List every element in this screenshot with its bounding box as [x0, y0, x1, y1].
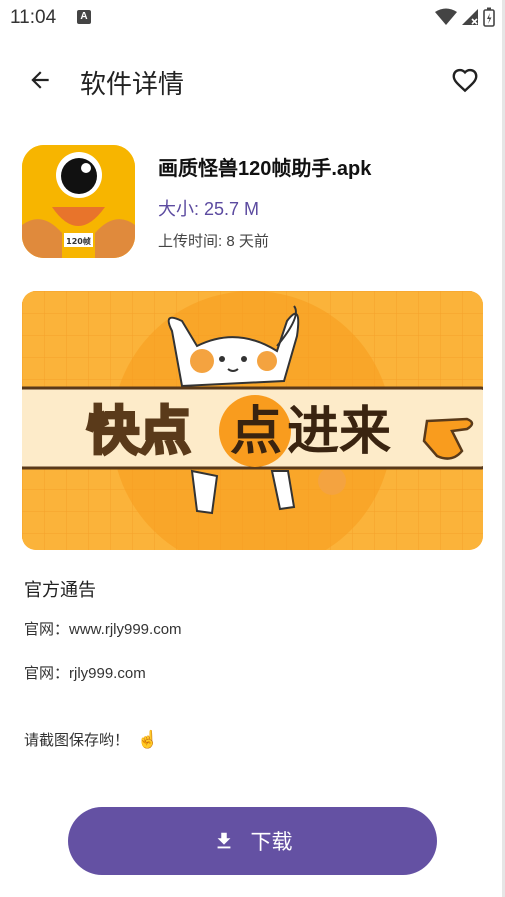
page-title: 软件详情 — [80, 70, 185, 100]
notice-save-text: 请截图保存哟！ — [24, 732, 130, 749]
icon-badge-text: 120帧 — [66, 236, 91, 246]
signal-icon — [462, 9, 478, 25]
monster-icon: 120帧 — [22, 145, 135, 258]
banner-text-left: 快点 — [87, 402, 191, 462]
top-app-bar: 软件详情 — [0, 50, 505, 110]
download-button[interactable]: 下载 — [68, 807, 437, 875]
notice-website-2: 官网：rjly999.com — [24, 665, 146, 682]
status-bar: 11:04 A — [0, 0, 505, 36]
app-upload-time: 上传时间: 8 天前 — [158, 233, 269, 250]
app-icon: 120帧 — [22, 145, 135, 258]
status-icons — [435, 7, 495, 27]
download-label: 下载 — [250, 830, 293, 854]
notice-title: 官方通告 — [24, 580, 96, 601]
app-size: 大小: 25.7 M — [158, 199, 260, 219]
banner-text-mid: 点 — [230, 402, 282, 462]
back-button[interactable] — [22, 62, 58, 98]
battery-icon — [483, 7, 495, 27]
heart-icon — [452, 68, 478, 93]
status-time: 11:04 — [10, 7, 57, 28]
notification-a-icon: A — [77, 10, 91, 24]
favorite-button[interactable] — [447, 62, 483, 98]
notice-website-1: 官网：www.rjly999.com — [24, 621, 182, 638]
wifi-icon — [435, 8, 457, 25]
banner-illustration: 快点 点 进来 — [22, 291, 483, 550]
banner-text-right: 进来 — [287, 402, 391, 462]
back-arrow-icon — [31, 71, 49, 89]
app-name: 画质怪兽120帧助手.apk — [158, 158, 372, 180]
notice-save-hint: 请截图保存哟！ ☝ — [24, 729, 158, 750]
pointing-up-emoji: ☝ — [137, 730, 159, 749]
promo-banner[interactable]: 快点 点 进来 — [22, 291, 483, 550]
download-icon — [217, 832, 230, 849]
